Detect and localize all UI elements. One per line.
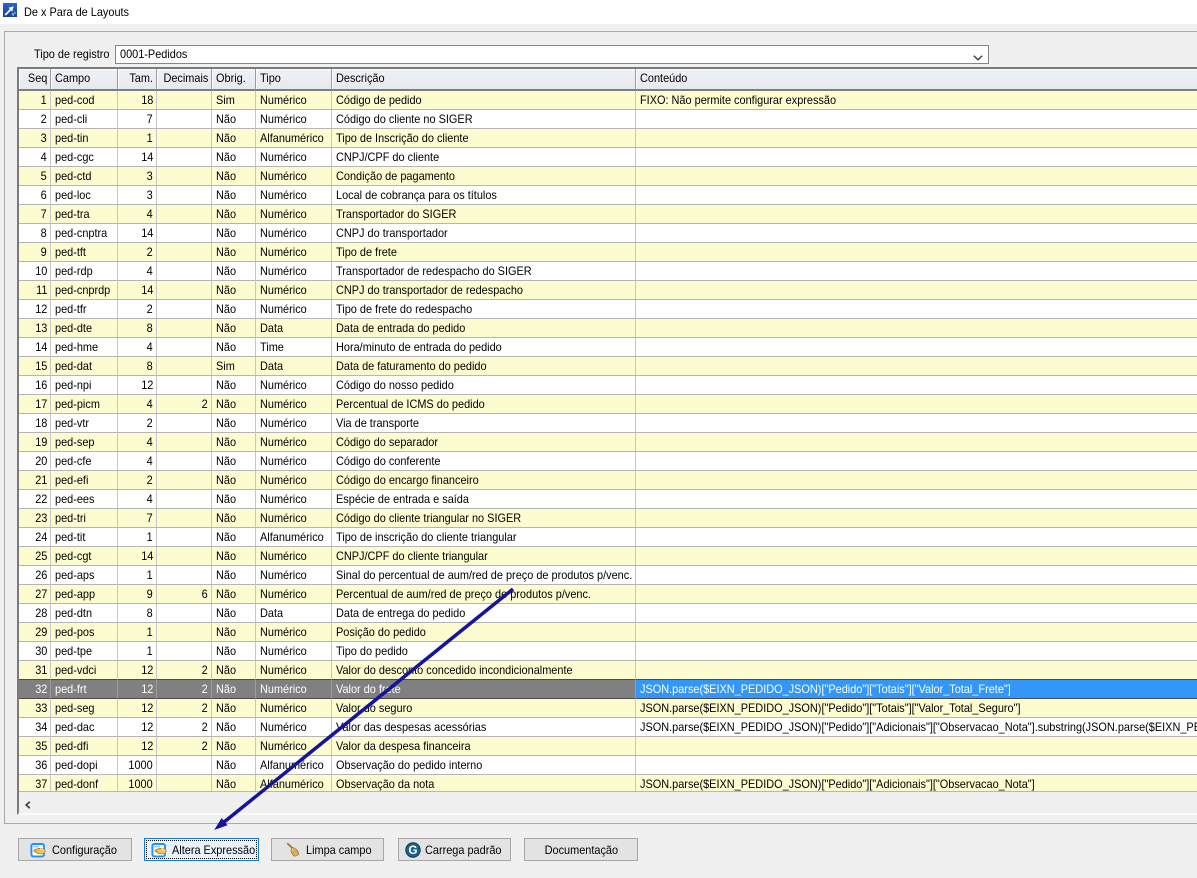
svg-text:G: G [409,845,418,857]
